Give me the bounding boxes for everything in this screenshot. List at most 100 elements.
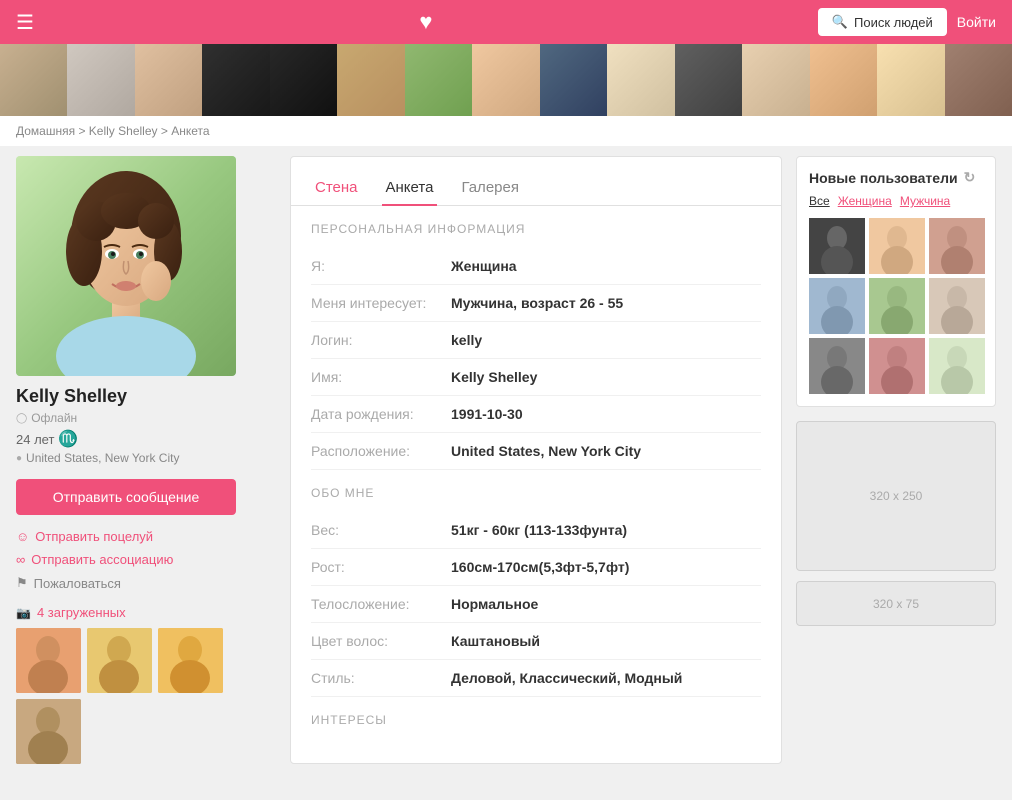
location-label: Расположение: [311, 443, 451, 459]
photo-thumbnails [16, 628, 236, 764]
info-row-style: Стиль: Деловой, Классический, Модный [311, 660, 761, 697]
profile-location: ● United States, New York City [16, 451, 276, 465]
dob-label: Дата рождения: [311, 406, 451, 422]
profile-status: ◯ Офлайн [16, 411, 276, 425]
filter-male[interactable]: Мужчина [900, 194, 950, 208]
gender-value: Женщина [451, 258, 517, 274]
weight-label: Вес: [311, 522, 451, 538]
tab-wall[interactable]: Стена [311, 171, 362, 206]
refresh-icon[interactable]: ↻ [964, 169, 976, 186]
info-row-hair: Цвет волос: Каштановый [311, 623, 761, 660]
about-me-title: ОБО МНЕ [311, 486, 761, 500]
build-value: Нормальное [451, 596, 538, 612]
action-links: ☺ Отправить поцелуй ∞ Отправить ассоциац… [16, 529, 276, 591]
profile-tabs: Стена Анкета Галерея [291, 157, 781, 206]
tab-anketa[interactable]: Анкета [382, 171, 438, 206]
photo-thumb[interactable] [16, 699, 81, 764]
weight-value: 51кг - 60кг (113-133фунта) [451, 522, 627, 538]
hair-label: Цвет волос: [311, 633, 451, 649]
user-thumb[interactable] [869, 338, 925, 394]
dob-value: 1991-10-30 [451, 406, 523, 422]
strip-photo[interactable] [945, 44, 1012, 116]
interested-label: Меня интересует: [311, 295, 451, 311]
personal-info-title: ПЕРСОНАЛЬНАЯ ИНФОРМАЦИЯ [311, 222, 761, 236]
right-sidebar: Новые пользователи ↻ Все Женщина Мужчина [796, 156, 996, 764]
photo-strip [0, 44, 1012, 116]
profile-photo[interactable] [16, 156, 236, 376]
build-label: Телосложение: [311, 596, 451, 612]
user-thumb[interactable] [869, 278, 925, 334]
breadcrumb-name[interactable]: Kelly Shelley [89, 124, 158, 138]
info-row-weight: Вес: 51кг - 60кг (113-133фунта) [311, 512, 761, 549]
strip-photo[interactable] [67, 44, 134, 116]
association-icon: ∞ [16, 552, 25, 567]
user-thumb[interactable] [809, 218, 865, 274]
photo-thumb[interactable] [87, 628, 152, 693]
interested-value: Мужчина, возраст 26 - 55 [451, 295, 623, 311]
location-value: United States, New York City [451, 443, 641, 459]
filter-all[interactable]: Все [809, 194, 830, 208]
report-link[interactable]: ⚑ Пожаловаться [16, 575, 276, 591]
header: ☰ ♥ 🔍 Поиск людей Войти [0, 0, 1012, 44]
photo-thumb[interactable] [16, 628, 81, 693]
user-thumb[interactable] [809, 278, 865, 334]
main-layout: Kelly Shelley ◯ Офлайн 24 лет ♏ ● United… [0, 146, 1012, 774]
strip-photo[interactable] [810, 44, 877, 116]
strip-photo[interactable] [675, 44, 742, 116]
strip-photo[interactable] [337, 44, 404, 116]
user-grid [809, 218, 983, 394]
send-association-link[interactable]: ∞ Отправить ассоциацию [16, 552, 276, 567]
new-users-filters: Все Женщина Мужчина [809, 194, 983, 208]
login-label: Логин: [311, 332, 451, 348]
photo-count: 📷 4 загруженных [16, 605, 276, 620]
info-row-gender: Я: Женщина [311, 248, 761, 285]
interests-title: ИНТЕРЕСЫ [311, 713, 761, 727]
style-label: Стиль: [311, 670, 451, 686]
user-thumb[interactable] [929, 218, 985, 274]
menu-icon[interactable]: ☰ [16, 10, 34, 35]
strip-photo[interactable] [607, 44, 674, 116]
header-actions: 🔍 Поиск людей Войти [818, 8, 996, 36]
info-row-build: Телосложение: Нормальное [311, 586, 761, 623]
send-message-button[interactable]: Отправить сообщение [16, 479, 236, 515]
profile-age-zodiac: 24 лет ♏ [16, 429, 276, 449]
strip-photo[interactable] [202, 44, 269, 116]
info-row-name: Имя: Kelly Shelley [311, 359, 761, 396]
search-button[interactable]: 🔍 Поиск людей [818, 8, 947, 36]
info-row-dob: Дата рождения: 1991-10-30 [311, 396, 761, 433]
strip-photo[interactable] [877, 44, 944, 116]
strip-photo[interactable] [405, 44, 472, 116]
zodiac-icon: ♏ [58, 431, 78, 448]
strip-photo[interactable] [742, 44, 809, 116]
new-users-title: Новые пользователи ↻ [809, 169, 983, 186]
send-kiss-link[interactable]: ☺ Отправить поцелуй [16, 529, 276, 544]
profile-name: Kelly Shelley [16, 386, 276, 407]
hair-value: Каштановый [451, 633, 540, 649]
height-label: Рост: [311, 559, 451, 575]
new-users-box: Новые пользователи ↻ Все Женщина Мужчина [796, 156, 996, 407]
strip-photo[interactable] [472, 44, 539, 116]
strip-photo[interactable] [270, 44, 337, 116]
breadcrumb-home[interactable]: Домашняя [16, 124, 75, 138]
search-icon: 🔍 [832, 14, 848, 30]
filter-female[interactable]: Женщина [838, 194, 892, 208]
strip-photo[interactable] [540, 44, 607, 116]
height-value: 160см-170см(5,3фт-5,7фт) [451, 559, 629, 575]
user-thumb[interactable] [809, 338, 865, 394]
breadcrumb: Домашняя > Kelly Shelley > Анкета [0, 116, 1012, 146]
photo-thumb[interactable] [158, 628, 223, 693]
breadcrumb-current: Анкета [171, 124, 209, 138]
strip-photo[interactable] [0, 44, 67, 116]
info-row-interested: Меня интересует: Мужчина, возраст 26 - 5… [311, 285, 761, 322]
info-row-login: Логин: kelly [311, 322, 761, 359]
tab-gallery[interactable]: Галерея [457, 171, 523, 206]
user-thumb[interactable] [929, 338, 985, 394]
camera-icon: 📷 [16, 606, 31, 620]
user-thumb[interactable] [869, 218, 925, 274]
strip-photo[interactable] [135, 44, 202, 116]
login-button[interactable]: Войти [957, 14, 996, 30]
ad-box-small: 320 x 75 [796, 581, 996, 626]
ad-box-large: 320 x 250 [796, 421, 996, 571]
interests-section: ИНТЕРЕСЫ [291, 713, 781, 755]
user-thumb[interactable] [929, 278, 985, 334]
